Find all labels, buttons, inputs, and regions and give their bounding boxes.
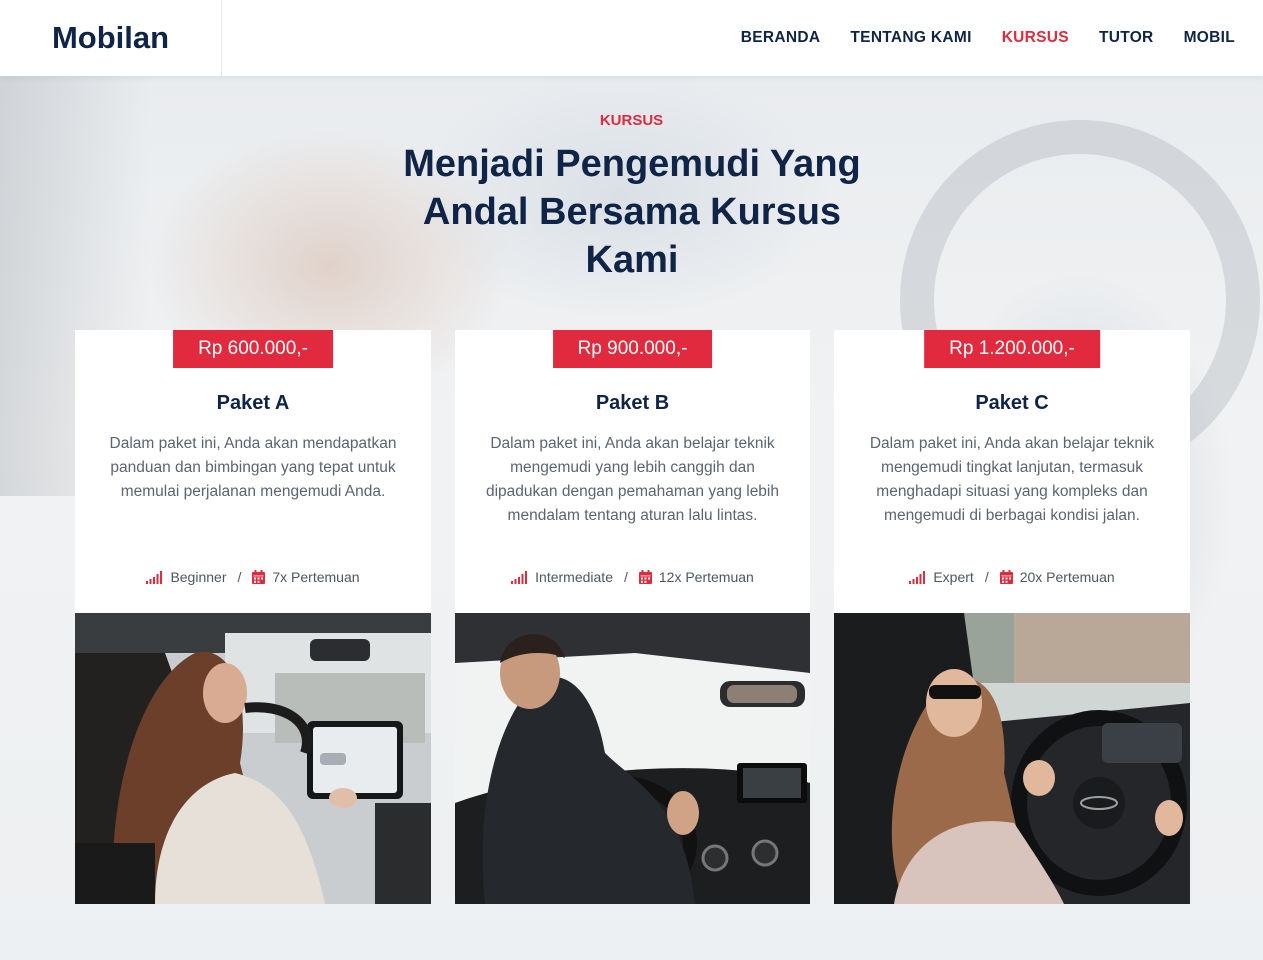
nav-tentang-kami[interactable]: TENTANG KAMI: [850, 29, 971, 47]
signal-bars-icon: [909, 570, 926, 584]
package-title[interactable]: Paket C: [834, 392, 1190, 415]
package-description: Dalam paket ini, Anda akan belajar tekni…: [485, 435, 779, 524]
package-meta: Beginner / 7x Pertemuan: [75, 569, 431, 585]
package-title[interactable]: Paket A: [75, 392, 431, 415]
nav-tutor[interactable]: TUTOR: [1099, 29, 1154, 47]
brand-logo[interactable]: Mobilan: [0, 0, 222, 76]
package-card-a[interactable]: Rp 600.000,- Paket A Dalam paket ini, An…: [75, 330, 431, 904]
calendar-icon: [252, 570, 266, 584]
section-headline: Menjadi Pengemudi Yang Andal Bersama Kur…: [403, 143, 861, 281]
nav-mobil[interactable]: MOBIL: [1184, 29, 1235, 47]
main-nav: BERANDA TENTANG KAMI KURSUS TUTOR MOBIL: [741, 0, 1235, 76]
package-card-b[interactable]: Rp 900.000,- Paket B Dalam paket ini, An…: [455, 330, 810, 904]
package-sessions: 12x Pertemuan: [658, 569, 754, 585]
package-card-c[interactable]: Rp 1.200.000,- Paket C Dalam paket ini, …: [834, 330, 1190, 904]
site-header: Mobilan BERANDA TENTANG KAMI KURSUS TUTO…: [0, 0, 1263, 76]
package-level: Beginner: [170, 569, 227, 585]
man-driving-car-photo: [455, 613, 810, 904]
package-description: Dalam paket ini, Anda akan belajar tekni…: [869, 435, 1155, 524]
package-level: Intermediate: [535, 569, 613, 585]
price-badge: Rp 600.000,-: [173, 330, 333, 368]
package-title[interactable]: Paket B: [455, 392, 810, 415]
signal-bars-icon: [146, 570, 163, 584]
calendar-icon: [638, 570, 652, 584]
woman-with-sunglasses-driving-photo: [834, 613, 1190, 904]
package-level: Expert: [933, 569, 974, 585]
woman-driving-electric-car-photo: [75, 613, 431, 904]
section-eyebrow: KURSUS: [599, 112, 664, 129]
meta-separator: /: [623, 569, 628, 585]
package-description: Dalam paket ini, Anda akan mendapatkan p…: [109, 435, 397, 500]
price-badge: Rp 900.000,-: [552, 330, 713, 368]
meta-separator: /: [237, 569, 242, 585]
nav-kursus[interactable]: KURSUS: [1002, 29, 1069, 47]
signal-bars-icon: [511, 570, 528, 584]
package-sessions: 7x Pertemuan: [272, 569, 360, 585]
calendar-icon: [999, 570, 1013, 584]
meta-separator: /: [984, 569, 989, 585]
package-meta: Intermediate / 12x Pertemuan: [455, 569, 810, 585]
nav-beranda[interactable]: BERANDA: [741, 29, 821, 47]
price-badge: Rp 1.200.000,-: [924, 330, 1100, 368]
package-sessions: 20x Pertemuan: [1019, 569, 1115, 585]
package-meta: Expert / 20x Pertemuan: [834, 569, 1190, 585]
